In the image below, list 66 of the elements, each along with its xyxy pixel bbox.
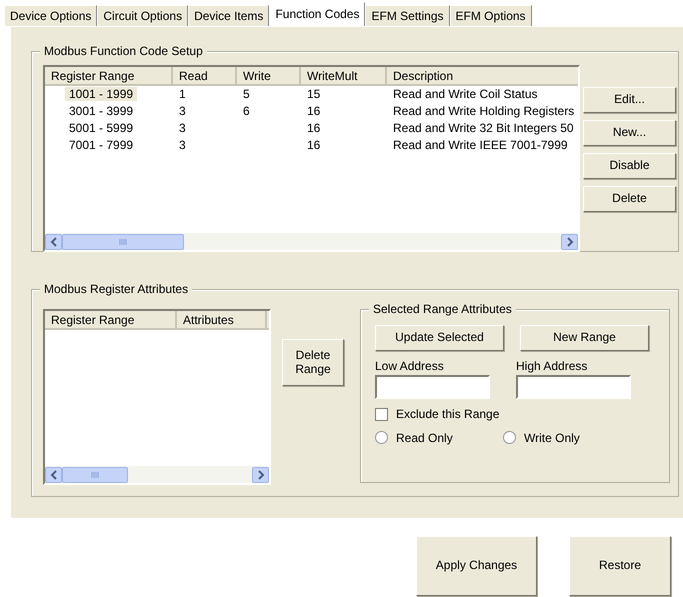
radio-label: Read Only — [396, 430, 453, 446]
dialog-button[interactable]: New... — [583, 120, 676, 146]
table-cell: 3 — [179, 104, 186, 118]
table-cell: 3 — [179, 121, 186, 136]
table-cell: Read and Write Holding Registers — [393, 104, 574, 118]
table-cell: 5 — [243, 87, 250, 102]
scroll-left-button[interactable] — [45, 234, 62, 250]
checkbox-label: Exclude this Range — [396, 407, 500, 422]
grip-icon — [91, 472, 99, 478]
delete-range-button[interactable]: Delete Range — [282, 339, 344, 386]
address-field[interactable] — [516, 375, 631, 400]
table-cell: 15 — [307, 87, 320, 102]
group-title: Modbus Function Code Setup — [40, 44, 207, 58]
column-header[interactable]: Write — [237, 67, 301, 84]
table-cell: 16 — [307, 138, 320, 152]
horizontal-scrollbar[interactable] — [45, 466, 269, 483]
field-label: High Address — [516, 359, 588, 374]
new-range-button[interactable]: New Range — [520, 325, 649, 351]
table-cell: 16 — [307, 104, 320, 118]
scroll-left-button[interactable] — [45, 466, 62, 482]
column-header[interactable]: Register Range — [45, 311, 177, 328]
tab[interactable]: EFM Options — [450, 5, 532, 26]
radio-button[interactable] — [375, 431, 388, 444]
chevron-right-icon — [566, 236, 574, 246]
group-title: Modbus Register Attributes — [40, 282, 192, 296]
tab[interactable]: Device Items — [188, 5, 270, 26]
column-header[interactable]: Register Range — [45, 67, 173, 84]
table-cell: 1 — [179, 87, 186, 102]
group-title: Selected Range Attributes — [369, 302, 516, 316]
chevron-left-icon — [50, 236, 58, 246]
column-header[interactable]: WriteMult — [301, 67, 387, 84]
table-cell: 6 — [243, 104, 250, 118]
column-header[interactable]: Read — [173, 67, 237, 84]
tab[interactable]: EFM Settings — [365, 5, 450, 26]
update-selected-button[interactable]: Update Selected — [375, 325, 504, 351]
column-header[interactable]: Description — [387, 67, 683, 84]
scroll-thumb[interactable] — [62, 234, 184, 250]
dialog-button[interactable]: Restore — [569, 536, 671, 596]
grip-icon — [119, 238, 127, 244]
horizontal-scrollbar[interactable] — [45, 233, 578, 250]
table-cell: Read and Write Coil Status — [393, 87, 538, 102]
radio-label: Write Only — [524, 430, 580, 446]
table-cell[interactable]: 7001 - 7999 — [65, 138, 138, 152]
table-cell[interactable]: 1001 - 1999 — [65, 87, 138, 102]
table-cell[interactable]: 5001 - 5999 — [65, 121, 138, 136]
scroll-thumb[interactable] — [62, 466, 128, 482]
dialog-button[interactable]: Apply Changes — [416, 536, 537, 596]
checkbox[interactable] — [375, 408, 388, 422]
table-cell[interactable]: 3001 - 3999 — [65, 104, 138, 118]
scroll-right-button[interactable] — [561, 234, 578, 250]
table-cell: 3 — [179, 138, 186, 152]
table-cell: 16 — [307, 121, 320, 136]
field-label: Low Address — [375, 359, 445, 374]
radio-button[interactable] — [503, 431, 516, 444]
dialog-button[interactable]: Delete — [583, 186, 676, 212]
table-cell: Read and Write IEEE 7001-7999 — [393, 138, 568, 152]
tab[interactable]: Device Options — [4, 5, 98, 26]
column-header[interactable]: Attributes — [177, 311, 267, 328]
chevron-left-icon — [50, 470, 58, 480]
dialog-button[interactable]: Disable — [583, 153, 676, 179]
table-cell: Read and Write 32 Bit Integers 50 — [393, 121, 574, 136]
address-field[interactable] — [375, 375, 490, 400]
dialog-button[interactable]: Edit... — [583, 87, 676, 113]
tab[interactable]: Circuit Options — [97, 5, 188, 26]
scroll-right-button[interactable] — [252, 466, 269, 482]
chevron-right-icon — [256, 470, 264, 480]
